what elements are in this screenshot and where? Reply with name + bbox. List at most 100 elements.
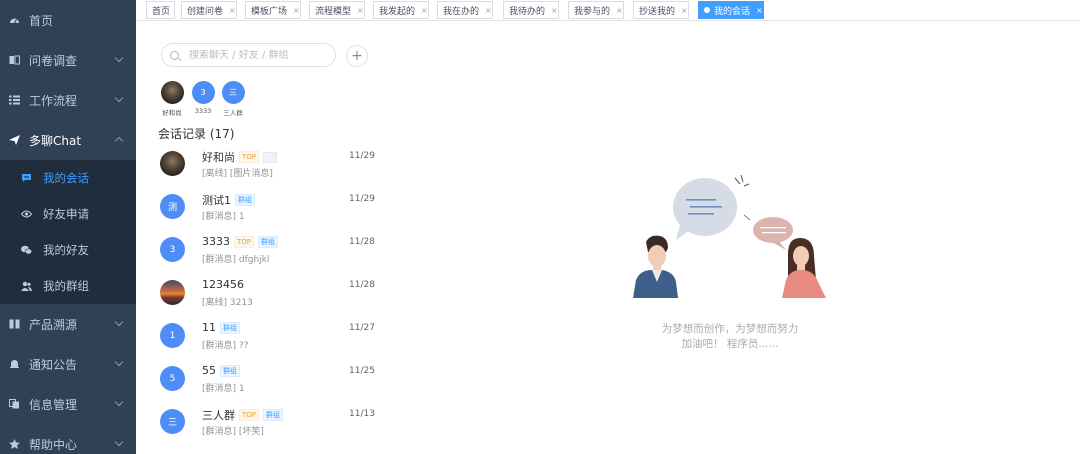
tab-in-progress[interactable]: 我在办的 × [437, 1, 493, 19]
conversation-name: 好和尚 TOP [202, 149, 278, 165]
sidebar-item-workflow[interactable]: 工作流程 [0, 80, 136, 120]
avatar: 测 [160, 194, 185, 219]
tab-initiated[interactable]: 我发起的 × [373, 1, 429, 19]
conversation-name: 测试1 群组 [202, 192, 255, 208]
tab-label: 模板广场 [251, 6, 288, 17]
tab-cc-me[interactable]: 抄送我的 × [633, 1, 689, 19]
sidebar-item-help[interactable]: 帮助中心 [0, 424, 136, 454]
close-icon[interactable]: × [421, 6, 428, 15]
sidebar-item-my-friends[interactable]: 我的好友 [0, 232, 136, 268]
list-item[interactable]: 三 三人群 TOP 群组 [群消息] [坏笑] 11/13 [158, 407, 378, 447]
search-icon [170, 50, 179, 60]
tab-process-model[interactable]: 流程模型 × [309, 1, 365, 19]
avatar [160, 151, 185, 176]
sidebar-item-label: 好友申请 [43, 207, 89, 221]
sidebar-item-friend-requests[interactable]: 好友申请 [0, 196, 136, 232]
star-icon [8, 438, 20, 450]
sidebar-item-notices[interactable]: 通知公告 [0, 344, 136, 384]
tab-label: 我发起的 [379, 6, 416, 17]
list-item[interactable]: 好和尚 TOP [离线] [图片消息] 11/29 [158, 149, 378, 189]
tab-label: 我在办的 [443, 6, 480, 17]
conversation-name: 55 群组 [202, 364, 240, 377]
chevron-up-icon [114, 136, 124, 146]
name-text: 三人群 [202, 409, 235, 422]
list-item[interactable]: 5 55 群组 [群消息] 1 11/25 [158, 364, 378, 404]
last-message: [群消息] dfghjkl [202, 255, 270, 265]
timestamp: 11/29 [349, 194, 375, 204]
close-icon[interactable]: × [485, 6, 492, 15]
sidebar-item-my-groups[interactable]: 我的群组 [0, 268, 136, 304]
tab-label: 流程模型 [315, 6, 352, 17]
blank-badge [263, 151, 278, 163]
sidebar: 首页 问卷调查 工作流程 多聊Chat 我的会话 好友申请 我的好友 我的群组 … [0, 0, 136, 454]
sidebar-item-traceability[interactable]: 产品溯源 [0, 304, 136, 344]
sidebar-item-info-management[interactable]: 信息管理 [0, 384, 136, 424]
people-icon [20, 280, 32, 292]
group-badge: 群组 [220, 321, 240, 334]
add-button[interactable]: + [346, 45, 368, 67]
close-icon[interactable]: × [357, 6, 364, 15]
sidebar-item-chat[interactable]: 多聊Chat [0, 120, 136, 160]
list-item[interactable]: 1 11 群组 [群消息] ?? 11/27 [158, 321, 378, 361]
sidebar-item-label: 问卷调查 [29, 53, 78, 68]
list-item[interactable]: 123456 [离线] 3213 11/28 [158, 278, 378, 318]
tab-label: 首页 [152, 6, 171, 17]
name-text: 测试1 [202, 194, 231, 207]
survey-icon [8, 54, 20, 66]
close-icon[interactable]: × [293, 6, 300, 15]
group-badge: 群组 [263, 409, 284, 421]
records-title: 会话记录 (17) [158, 127, 235, 141]
timestamp: 11/29 [349, 151, 375, 161]
list-item[interactable]: 3 3333 TOP 群组 [群消息] dfghjkl 11/28 [158, 235, 378, 275]
close-icon[interactable]: × [229, 6, 236, 15]
quick-contact[interactable]: 好和尚 [157, 81, 187, 117]
tab-home[interactable]: 首页 [146, 1, 176, 19]
search-input[interactable] [189, 49, 329, 61]
timestamp: 11/25 [349, 366, 375, 376]
tab-label: 我待办的 [509, 6, 546, 17]
quick-contact[interactable]: 3 3333 [188, 81, 218, 115]
eye-icon [20, 208, 32, 220]
close-icon[interactable]: × [551, 6, 558, 15]
avatar: 3 [191, 81, 215, 104]
sidebar-item-label: 我的好友 [43, 243, 89, 257]
quick-contact-name: 3333 [194, 107, 212, 115]
list-item[interactable]: 测 测试1 群组 [群消息] 1 11/29 [158, 192, 378, 232]
close-icon[interactable]: × [616, 6, 623, 15]
name-text: 11 [202, 321, 216, 334]
empty-state-line: 为梦想而创作，为梦想而努力 [661, 323, 799, 335]
tab-template-square[interactable]: 模板广场 × [245, 1, 301, 19]
avatar [160, 81, 184, 104]
tab-label: 创建问卷 [187, 6, 224, 17]
list-icon [8, 94, 20, 106]
last-message: [群消息] ?? [202, 341, 249, 351]
tab-participated[interactable]: 我参与的 × [568, 1, 624, 19]
quick-contact-name: 好和尚 [162, 109, 182, 117]
avatar: 三 [160, 409, 185, 434]
last-message: [群消息] 1 [202, 384, 245, 394]
last-message: [群消息] [坏笑] [202, 427, 264, 437]
group-badge: 群组 [220, 364, 240, 377]
sidebar-item-home[interactable]: 首页 [0, 0, 136, 40]
wechat-icon [20, 244, 32, 256]
last-message: [离线] 3213 [202, 298, 253, 308]
copy-icon [8, 398, 20, 410]
tab-todo[interactable]: 我待办的 × [503, 1, 559, 19]
sidebar-item-label: 通知公告 [29, 357, 78, 372]
sidebar-item-survey[interactable]: 问卷调查 [0, 40, 136, 80]
chevron-down-icon [114, 357, 124, 367]
conversation-name: 123456 [202, 278, 244, 291]
close-icon[interactable]: × [681, 6, 688, 15]
sidebar-item-my-sessions[interactable]: 我的会话 [0, 160, 136, 196]
sidebar-item-label: 产品溯源 [29, 317, 78, 332]
avatar: 5 [160, 366, 185, 391]
tab-my-sessions[interactable]: 我的会话 × [698, 1, 764, 19]
book-icon [8, 318, 20, 330]
chevron-down-icon [114, 93, 124, 103]
quick-contact[interactable]: 三 三人群 [218, 81, 248, 117]
top-badge: TOP [234, 235, 255, 248]
empty-state-text: 为梦想而创作，为梦想而努力 加油吧！ 程序员...... [630, 322, 830, 352]
last-message: [群消息] 1 [202, 212, 245, 222]
tab-create-survey[interactable]: 创建问卷 × [181, 1, 237, 19]
close-icon[interactable]: × [756, 6, 763, 15]
